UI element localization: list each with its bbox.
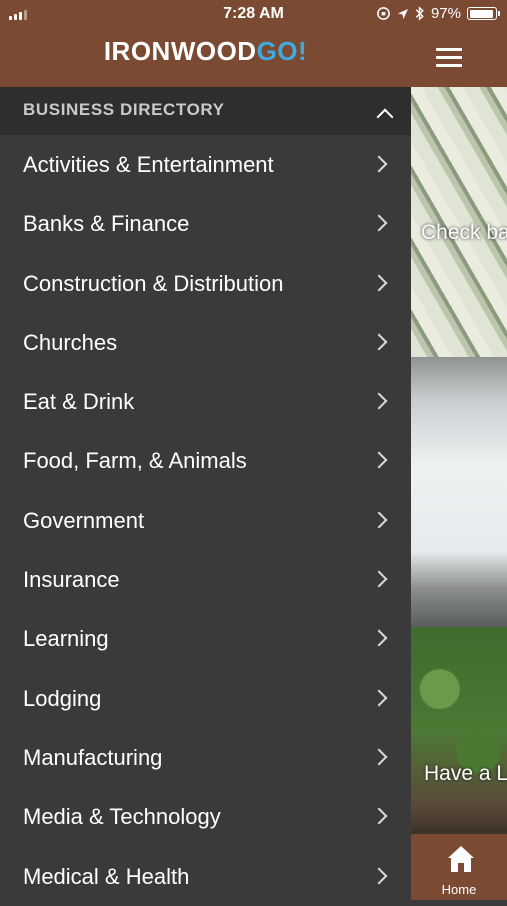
app-header: 7:28 AM 97% IRONWOODGO! (0, 0, 507, 87)
tab-home-label: Home (441, 882, 477, 897)
drawer-item-label: Eat & Drink (23, 389, 135, 415)
drawer-item[interactable]: Government (0, 491, 411, 550)
business-directory-header[interactable]: BUSINESS DIRECTORY (0, 87, 411, 135)
logo-part-ironwood: IRONWOOD (103, 36, 257, 66)
chevron-right-icon (370, 274, 388, 292)
side-drawer: BUSINESS DIRECTORY Activities & Entertai… (0, 87, 411, 900)
location-icon (397, 8, 408, 19)
chevron-right-icon (370, 214, 388, 232)
drawer-item[interactable]: Activities & Entertainment (0, 135, 411, 194)
drawer-item[interactable]: Eat & Drink (0, 372, 411, 431)
drawer-item[interactable]: Banks & Finance (0, 194, 411, 253)
card-caption: Check ba (421, 221, 507, 244)
drawer-item[interactable]: Manufacturing (0, 728, 411, 787)
card-caption: Have a L (424, 762, 507, 785)
chevron-right-icon (370, 629, 388, 647)
home-icon (448, 846, 474, 872)
drawer-item-label: Learning (23, 626, 109, 652)
app-logo: IRONWOODGO! (0, 36, 411, 67)
drawer-item-label: Government (23, 507, 145, 533)
status-right: 97% (376, 5, 500, 22)
logo-part-go: GO! (256, 36, 308, 66)
chevron-right-icon (370, 155, 388, 173)
chevron-right-icon (370, 570, 388, 588)
chevron-up-icon (376, 108, 394, 126)
drawer-item-label: Churches (23, 329, 118, 355)
drawer-item[interactable]: Learning (0, 609, 411, 668)
battery-icon (467, 7, 500, 20)
drawer-item-label: Banks & Finance (23, 211, 190, 237)
drawer-item-label: Media & Technology (23, 804, 221, 830)
chevron-right-icon (370, 511, 388, 529)
drawer-item-label: Lodging (23, 685, 102, 711)
blurred-card[interactable] (411, 357, 507, 627)
chevron-right-icon (370, 689, 388, 707)
battery-percent: 97% (430, 5, 461, 22)
chevron-right-icon (370, 807, 388, 825)
chevron-right-icon (370, 451, 388, 469)
drawer-item[interactable]: Media & Technology (0, 787, 411, 846)
drawer-item-label: Medical & Health (23, 863, 190, 889)
money-card[interactable]: Check ba (411, 87, 507, 357)
drawer-item[interactable]: Construction & Distribution (0, 254, 411, 313)
menu-icon[interactable] (436, 48, 464, 68)
drawer-item-label: Insurance (23, 567, 120, 593)
drawer-item-label: Construction & Distribution (23, 270, 284, 296)
forest-card[interactable]: Have a L (411, 627, 507, 834)
drawer-item-label: Food, Farm, & Animals (23, 448, 247, 474)
status-bar: 7:28 AM 97% (0, 0, 507, 30)
drawer-item-label: Activities & Entertainment (23, 152, 274, 177)
section-title: BUSINESS DIRECTORY (23, 100, 225, 119)
chevron-right-icon (370, 748, 388, 766)
drawer-item-label: Manufacturing (23, 744, 163, 770)
tab-bar: Home (411, 834, 507, 900)
chevron-right-icon (370, 867, 388, 885)
chevron-right-icon (370, 392, 388, 410)
drawer-item[interactable]: Medical & Health (0, 847, 411, 906)
main-content-peek: Check ba Have a L Home (411, 87, 507, 900)
drawer-item[interactable]: Insurance (0, 550, 411, 609)
orientation-lock-icon (377, 7, 390, 20)
drawer-item[interactable]: Food, Farm, & Animals (0, 431, 411, 490)
bluetooth-icon (415, 6, 424, 21)
chevron-right-icon (370, 333, 388, 351)
drawer-item[interactable]: Churches (0, 313, 411, 372)
drawer-item[interactable]: Lodging (0, 669, 411, 728)
